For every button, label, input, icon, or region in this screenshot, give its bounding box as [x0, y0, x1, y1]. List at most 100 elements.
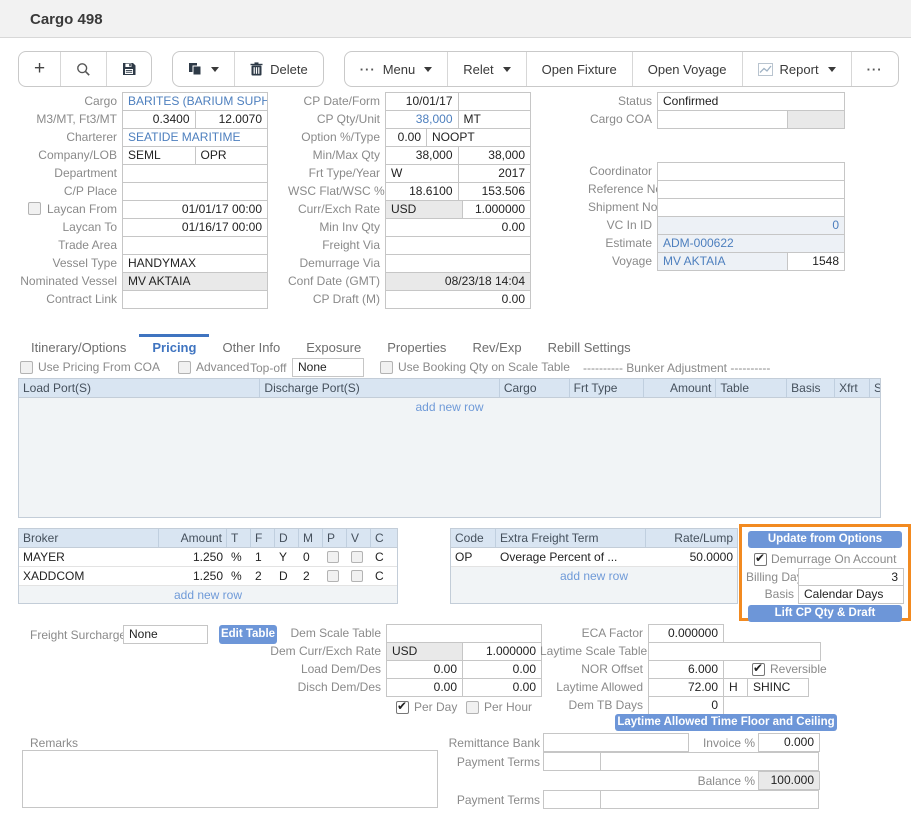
option-pct-field[interactable]: 0.00	[385, 128, 427, 147]
col-broker[interactable]: Broker	[19, 529, 159, 547]
laytime-floor-ceiling-button[interactable]: Laytime Allowed Time Floor and Ceiling	[615, 714, 837, 731]
demurrage-via-field[interactable]	[385, 254, 531, 273]
wsc-flat-field[interactable]: 18.6100	[385, 182, 459, 201]
ft3mt-field[interactable]: 12.0070	[195, 110, 269, 129]
cargo-field[interactable]: BARITES (BARIUM SUPHA	[122, 92, 268, 111]
relet-button[interactable]: Relet	[448, 52, 526, 86]
remittance-bank-field[interactable]	[543, 733, 689, 752]
delete-button[interactable]: Delete	[235, 52, 323, 86]
search-button[interactable]	[61, 52, 107, 86]
voyage-vessel-field[interactable]: MV AKTAIA	[657, 252, 788, 271]
col-table[interactable]: Table	[716, 379, 787, 397]
broker-t-cell[interactable]: %	[227, 567, 251, 585]
disch-dem-field[interactable]: 0.00	[386, 678, 463, 697]
estimate-field[interactable]: ADM-000622	[657, 234, 845, 253]
cp-qty-field[interactable]: 38,000	[385, 110, 459, 129]
status-field[interactable]: Confirmed	[657, 92, 845, 111]
tab-rev-exp[interactable]: Rev/Exp	[459, 334, 534, 355]
broker-p-checkbox[interactable]	[327, 551, 339, 563]
topoff-select[interactable]: None	[292, 358, 364, 377]
cp-date-field[interactable]: 10/01/17	[385, 92, 459, 111]
broker-name-cell[interactable]: MAYER	[19, 548, 159, 566]
dem-tb-days-field[interactable]: 0	[648, 696, 724, 715]
col-basis[interactable]: Basis	[787, 379, 835, 397]
broker-amount-cell[interactable]: 1.250	[159, 567, 227, 585]
broker-d-cell[interactable]: Y	[275, 548, 299, 566]
broker-name-cell[interactable]: XADDCOM	[19, 567, 159, 585]
load-des-field[interactable]: 0.00	[462, 660, 542, 679]
col-d[interactable]: D	[275, 529, 299, 547]
new-button[interactable]: +	[19, 52, 61, 86]
col-f[interactable]: F	[251, 529, 275, 547]
exch-rate-field[interactable]: 1.000000	[462, 200, 531, 219]
dem-scale-table-field[interactable]	[386, 624, 542, 643]
nor-offset-field[interactable]: 6.000	[648, 660, 724, 679]
option-type-field[interactable]: NOOPT	[426, 128, 531, 147]
freight-via-field[interactable]	[385, 236, 531, 255]
cp-place-field[interactable]	[122, 182, 268, 201]
col-amount[interactable]: Amount	[644, 379, 716, 397]
col-discharge-port[interactable]: Discharge Port(S)	[260, 379, 499, 397]
broker-amount-cell[interactable]: 1.250	[159, 548, 227, 566]
disch-des-field[interactable]: 0.00	[462, 678, 542, 697]
use-pricing-from-coa[interactable]: Use Pricing From COA	[20, 360, 160, 374]
col-load-port[interactable]: Load Port(S)	[19, 379, 260, 397]
broker-add-new-row-link[interactable]: add new row	[19, 586, 397, 605]
col-s[interactable]: S	[870, 379, 880, 397]
tab-pricing[interactable]: Pricing	[139, 334, 209, 355]
broker-row[interactable]: XADDCOM 1.250 % 2 D 2 C	[19, 567, 397, 586]
col-extra-freight-term[interactable]: Extra Freight Term	[496, 529, 646, 547]
tab-properties[interactable]: Properties	[374, 334, 459, 355]
laytime-unit-field[interactable]: H	[723, 678, 748, 697]
remarks-textarea[interactable]	[22, 750, 438, 808]
col-broker-amount[interactable]: Amount	[159, 529, 227, 547]
col-rate-lump[interactable]: Rate/Lump	[646, 529, 737, 547]
col-cargo[interactable]: Cargo	[500, 379, 570, 397]
broker-m-cell[interactable]: 0	[299, 548, 323, 566]
advanced-option[interactable]: Advanced	[178, 360, 249, 374]
col-v[interactable]: V	[347, 529, 371, 547]
cargo-coa-field[interactable]	[657, 110, 788, 129]
voyage-no-field[interactable]: 1548	[787, 252, 845, 271]
open-voyage-button[interactable]: Open Voyage	[633, 52, 743, 86]
copy-button[interactable]	[173, 52, 235, 86]
min-inv-qty-field[interactable]: 0.00	[385, 218, 531, 237]
lob-field[interactable]: OPR	[195, 146, 269, 165]
laytime-allowed-field[interactable]: 72.00	[648, 678, 724, 697]
department-field[interactable]	[122, 164, 268, 183]
extra-freight-row[interactable]: OP Overage Percent of ... 50.0000	[451, 548, 737, 567]
per-day-option[interactable]: Per Day	[396, 700, 457, 714]
broker-c-cell[interactable]: C	[371, 567, 397, 585]
eca-factor-field[interactable]: 0.000000	[648, 624, 724, 643]
col-xfrt[interactable]: Xfrt	[835, 379, 870, 397]
broker-t-cell[interactable]: %	[227, 548, 251, 566]
invoice-pct-field[interactable]: 0.000	[758, 733, 820, 752]
demurrage-on-account-checkbox[interactable]	[754, 553, 767, 566]
eft-term-cell[interactable]: Overage Percent of ...	[496, 548, 646, 566]
broker-d-cell[interactable]: D	[275, 567, 299, 585]
freight-surcharge-select[interactable]: None	[123, 625, 208, 644]
charterer-field[interactable]: SEATIDE MARITIME	[122, 128, 268, 147]
broker-v-checkbox[interactable]	[351, 551, 363, 563]
tab-other-info[interactable]: Other Info	[209, 334, 293, 355]
broker-row[interactable]: MAYER 1.250 % 1 Y 0 C	[19, 548, 397, 567]
extra-freight-add-new-row-link[interactable]: add new row	[451, 567, 737, 586]
m3mt-field[interactable]: 0.3400	[122, 110, 196, 129]
reference-no-field[interactable]	[657, 180, 845, 199]
laytime-terms-field[interactable]: SHINC	[747, 678, 809, 697]
laycan-checkbox[interactable]	[28, 202, 41, 215]
cp-unit-field[interactable]: MT	[458, 110, 532, 129]
use-booking-checkbox[interactable]	[380, 361, 393, 374]
pricing-add-new-row-link[interactable]: add new row	[19, 398, 880, 417]
eft-rate-cell[interactable]: 50.0000	[646, 548, 737, 566]
advanced-checkbox[interactable]	[178, 361, 191, 374]
lift-cp-qty-draft-button[interactable]: Lift CP Qty & Draft	[748, 605, 902, 622]
col-frt-type[interactable]: Frt Type	[570, 379, 645, 397]
col-m[interactable]: M	[299, 529, 323, 547]
dem-exch-rate-field[interactable]: 1.000000	[462, 642, 542, 661]
payment-terms2-desc-field[interactable]	[600, 790, 819, 809]
frt-year-field[interactable]: 2017	[458, 164, 532, 183]
shipment-no-field[interactable]	[657, 198, 845, 217]
payment-terms2-code-field[interactable]	[543, 790, 602, 809]
broker-m-cell[interactable]: 2	[299, 567, 323, 585]
